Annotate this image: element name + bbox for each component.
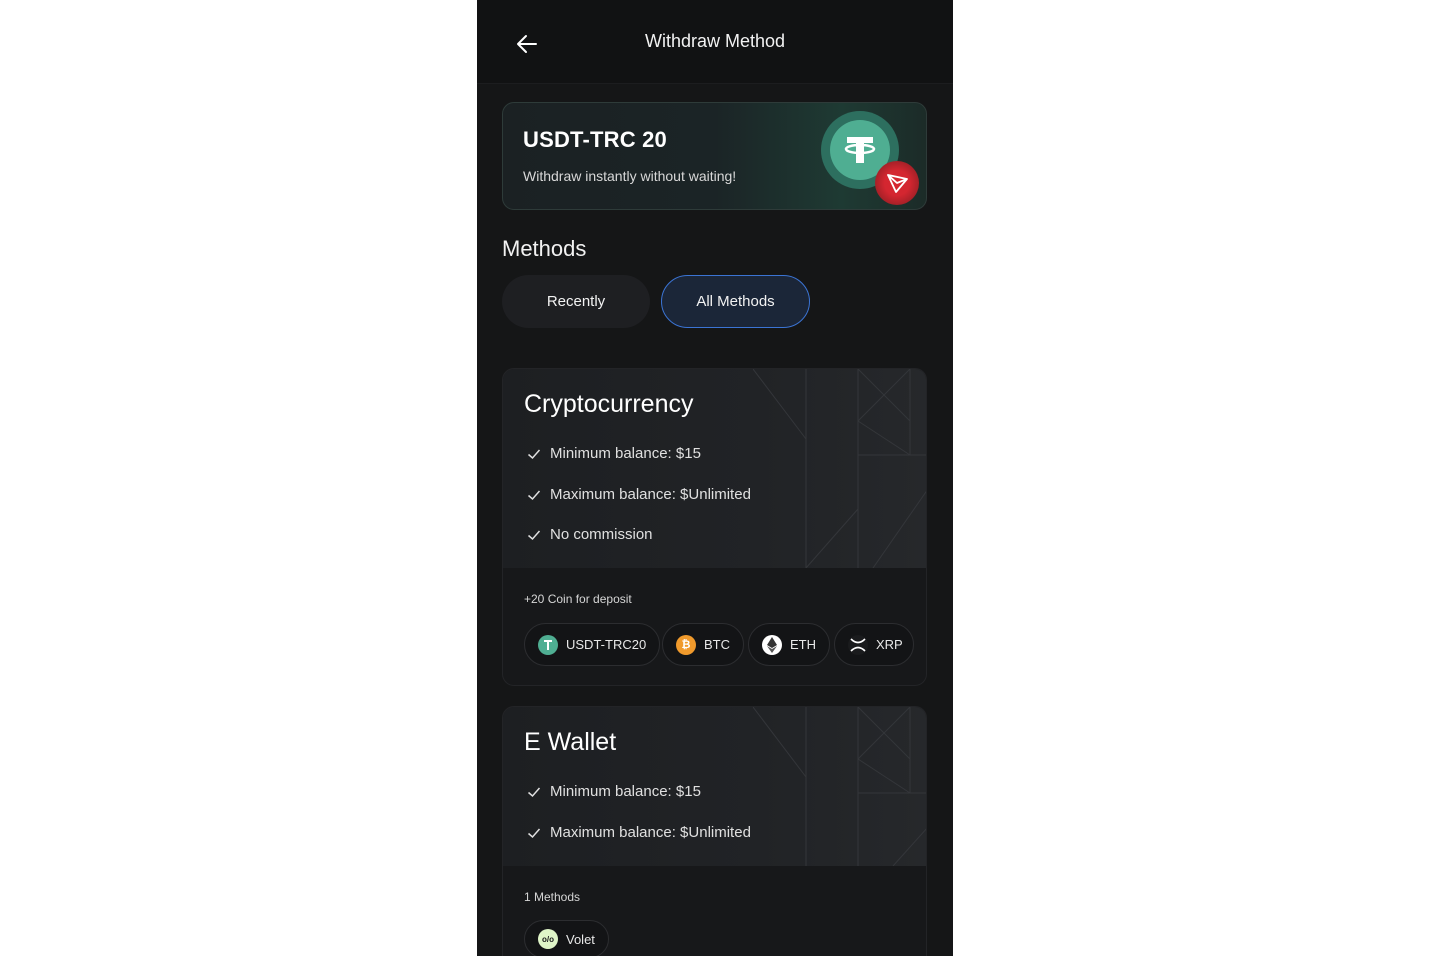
card-header: E Wallet Minimum balance: $15 Maximum ba… — [503, 707, 926, 866]
chip-volet[interactable]: o/o Volet — [524, 920, 609, 956]
promo-title: USDT-TRC 20 — [523, 127, 667, 152]
e-wallet-card[interactable]: E Wallet Minimum balance: $15 Maximum ba… — [502, 706, 927, 956]
check-icon — [528, 490, 541, 500]
card-header: Cryptocurrency Minimum balance: $15 Maxi… — [503, 369, 926, 568]
card-subtitle: 1 Methods — [524, 890, 581, 904]
feature-item: Minimum balance: $15 — [527, 783, 701, 800]
pattern-decoration — [753, 707, 926, 866]
promo-subtitle: Withdraw instantly without waiting! — [523, 168, 737, 184]
methods-heading: Methods — [502, 236, 587, 261]
chip-btc[interactable]: ₿ BTC — [662, 623, 744, 666]
card-subtitle: +20 Coin for deposit — [524, 592, 632, 606]
tab-recently[interactable]: Recently — [502, 275, 650, 328]
volet-icon: o/o — [538, 929, 558, 949]
check-icon — [528, 828, 541, 838]
app-screen: Withdraw Method USDT-TRC 20 Withdraw ins… — [477, 0, 953, 956]
chip-label: Volet — [566, 931, 595, 947]
chip-usdt-trc20[interactable]: USDT-TRC20 — [524, 623, 661, 666]
card-title: E Wallet — [524, 728, 617, 756]
feature-item: No commission — [527, 526, 653, 543]
page-title: Withdraw Method — [644, 31, 786, 51]
check-icon — [528, 530, 541, 540]
cryptocurrency-card[interactable]: Cryptocurrency Minimum balance: $15 Maxi… — [502, 368, 927, 686]
feature-text: No commission — [550, 526, 653, 543]
feature-text: Minimum balance: $15 — [550, 445, 701, 462]
tron-icon — [875, 161, 919, 205]
top-bar: Withdraw Method — [477, 0, 953, 84]
chip-xrp[interactable]: XRP — [834, 623, 914, 666]
chip-label: BTC — [704, 637, 730, 652]
pattern-decoration — [753, 369, 926, 568]
chip-label: USDT-TRC20 — [566, 637, 647, 652]
feature-text: Maximum balance: $Unlimited — [550, 486, 751, 503]
feature-item: Maximum balance: $Unlimited — [527, 486, 751, 503]
xrp-icon — [848, 634, 868, 655]
promo-banner[interactable]: USDT-TRC 20 Withdraw instantly without w… — [502, 102, 927, 210]
bitcoin-icon: ₿ — [676, 634, 696, 655]
check-icon — [528, 787, 541, 797]
tether-icon — [538, 634, 558, 655]
check-icon — [528, 449, 541, 459]
chip-eth[interactable]: ETH — [748, 623, 830, 666]
ethereum-icon — [762, 634, 782, 655]
feature-text: Minimum balance: $15 — [550, 783, 701, 800]
feature-item: Maximum balance: $Unlimited — [527, 824, 751, 841]
chip-label: ETH — [790, 637, 816, 652]
feature-text: Maximum balance: $Unlimited — [550, 824, 751, 841]
chip-label: XRP — [876, 637, 903, 652]
card-title: Cryptocurrency — [524, 390, 694, 418]
feature-item: Minimum balance: $15 — [527, 445, 701, 462]
tab-all-methods[interactable]: All Methods — [661, 275, 810, 328]
